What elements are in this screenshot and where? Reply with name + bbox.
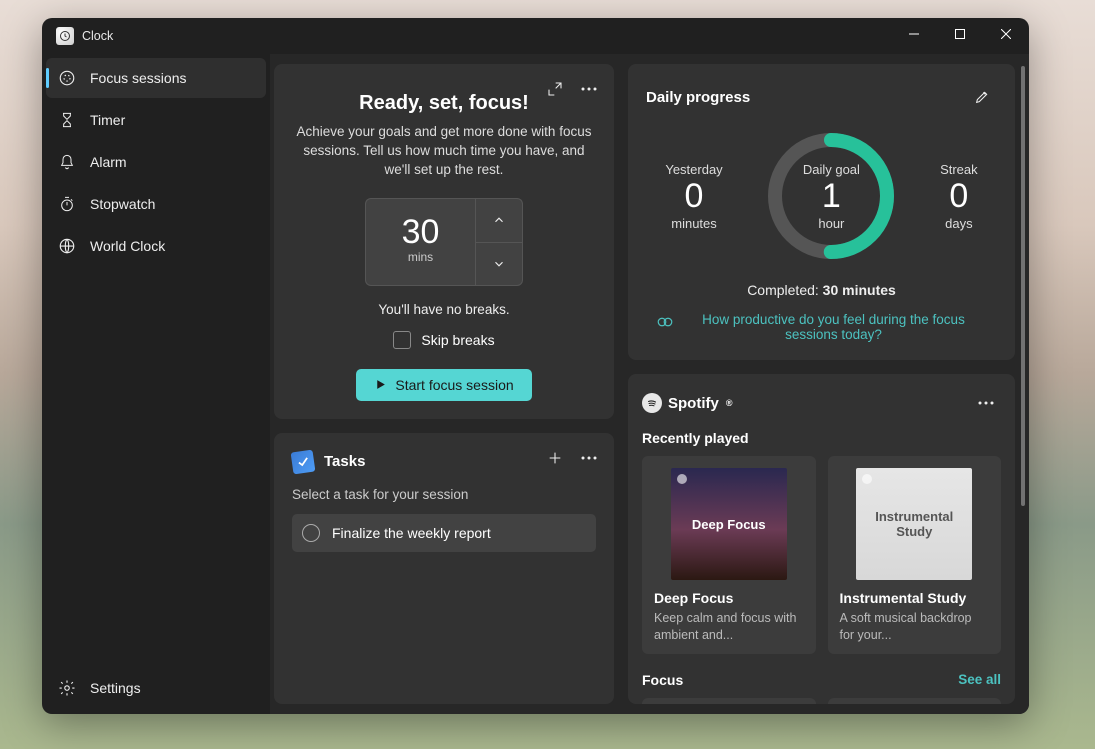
tasks-hint: Select a task for your session bbox=[292, 487, 596, 502]
daily-progress-card: Daily progress Yesterday 0 minutes bbox=[628, 64, 1015, 360]
globe-icon bbox=[58, 237, 76, 255]
breaks-text: You'll have no breaks. bbox=[292, 302, 596, 317]
see-all-link[interactable]: See all bbox=[958, 672, 1001, 687]
playlist-item[interactable]: Instrumental Study Instrumental Study A so… bbox=[828, 456, 1002, 654]
close-button[interactable] bbox=[983, 18, 1029, 50]
duration-value: 30 bbox=[402, 213, 440, 252]
spotify-logo: Spotify® bbox=[642, 393, 732, 413]
sidebar-item-stopwatch[interactable]: Stopwatch bbox=[46, 184, 266, 224]
feedback-icon bbox=[656, 313, 674, 331]
scrollbar-thumb[interactable] bbox=[1021, 66, 1025, 506]
sidebar-item-alarm[interactable]: Alarm bbox=[46, 142, 266, 182]
completed-text: Completed: 30 minutes bbox=[747, 282, 896, 298]
sidebar-item-timer[interactable]: Timer bbox=[46, 100, 266, 140]
yesterday-stat: Yesterday 0 minutes bbox=[665, 162, 722, 231]
expand-icon[interactable] bbox=[540, 74, 570, 104]
tasks-title: Tasks bbox=[324, 453, 365, 470]
task-radio[interactable] bbox=[302, 524, 320, 542]
playlist-title: Instrumental Study bbox=[840, 590, 990, 606]
sidebar-item-label: Timer bbox=[90, 112, 125, 128]
playlist-art: Instrumental Study bbox=[856, 468, 972, 580]
sidebar-item-world-clock[interactable]: World Clock bbox=[46, 226, 266, 266]
focus-session-card: Ready, set, focus! Achieve your goals an… bbox=[274, 64, 614, 419]
decrement-button[interactable] bbox=[475, 242, 523, 286]
play-icon bbox=[374, 378, 387, 391]
sidebar-item-label: Alarm bbox=[90, 154, 127, 170]
start-button-label: Start focus session bbox=[395, 377, 513, 393]
titlebar: Clock bbox=[42, 18, 1029, 54]
focus-section-label: Focus bbox=[642, 672, 683, 688]
playlist-item[interactable]: Deep Focus Deep Focus Keep calm and focus … bbox=[642, 456, 816, 654]
tasks-card: Tasks Select a task for your session Fin… bbox=[274, 433, 614, 704]
settings-label: Settings bbox=[90, 680, 141, 696]
app-icon bbox=[56, 27, 74, 45]
playlist-item[interactable]: Deep FocusDeep Focus bbox=[828, 698, 1002, 704]
maximize-button[interactable] bbox=[937, 18, 983, 50]
hourglass-icon bbox=[58, 111, 76, 129]
focus-description: Achieve your goals and get more done wit… bbox=[292, 123, 596, 180]
skip-breaks-label: Skip breaks bbox=[421, 332, 494, 348]
start-focus-button[interactable]: Start focus session bbox=[356, 369, 531, 401]
sidebar-item-focus-sessions[interactable]: Focus sessions bbox=[46, 58, 266, 98]
app-title: Clock bbox=[82, 29, 113, 43]
sidebar-item-label: World Clock bbox=[90, 238, 165, 254]
focus-icon bbox=[58, 69, 76, 87]
task-label: Finalize the weekly report bbox=[332, 525, 491, 541]
streak-stat: Streak 0 days bbox=[940, 162, 978, 231]
edit-goal-button[interactable] bbox=[967, 82, 997, 112]
increment-button[interactable] bbox=[475, 198, 523, 242]
recently-played-label: Recently played bbox=[642, 430, 1001, 446]
playlist-desc: A soft musical backdrop for your... bbox=[840, 610, 990, 644]
productivity-prompt[interactable]: How productive do you feel during the fo… bbox=[646, 312, 997, 342]
sidebar-item-label: Stopwatch bbox=[90, 196, 155, 212]
spotify-card: Spotify® Recently played Deep FocusDeep … bbox=[628, 374, 1015, 704]
progress-title: Daily progress bbox=[646, 89, 750, 106]
duration-spinner: 30 mins bbox=[292, 198, 596, 286]
duration-display[interactable]: 30 mins bbox=[365, 198, 475, 286]
skip-breaks-checkbox[interactable] bbox=[393, 331, 411, 349]
playlist-art: Deep Focus bbox=[671, 468, 787, 580]
more-icon[interactable] bbox=[971, 388, 1001, 418]
sidebar-item-settings[interactable]: Settings bbox=[46, 668, 266, 708]
more-icon[interactable] bbox=[574, 443, 604, 473]
scrollbar[interactable] bbox=[1021, 66, 1025, 702]
minimize-button[interactable] bbox=[891, 18, 937, 50]
goal-ring: Daily goal 1 hour bbox=[761, 126, 901, 266]
stopwatch-icon bbox=[58, 195, 76, 213]
playlist-title: Deep Focus bbox=[654, 590, 804, 606]
spotify-icon bbox=[642, 393, 662, 413]
sidebar: Focus sessions Timer Alarm Stopwatch Wor… bbox=[42, 54, 270, 714]
add-task-button[interactable] bbox=[540, 443, 570, 473]
bell-icon bbox=[58, 153, 76, 171]
content-area: Ready, set, focus! Achieve your goals an… bbox=[270, 54, 1029, 714]
more-icon[interactable] bbox=[574, 74, 604, 104]
playlist-item[interactable]: CodingCoding bbox=[642, 698, 816, 704]
sidebar-item-label: Focus sessions bbox=[90, 70, 186, 86]
clock-window: Clock Focus sessions Timer Alarm bbox=[42, 18, 1029, 714]
task-item[interactable]: Finalize the weekly report bbox=[292, 514, 596, 552]
gear-icon bbox=[58, 679, 76, 697]
todo-icon bbox=[291, 449, 316, 474]
duration-unit: mins bbox=[408, 250, 433, 264]
playlist-desc: Keep calm and focus with ambient and... bbox=[654, 610, 804, 644]
